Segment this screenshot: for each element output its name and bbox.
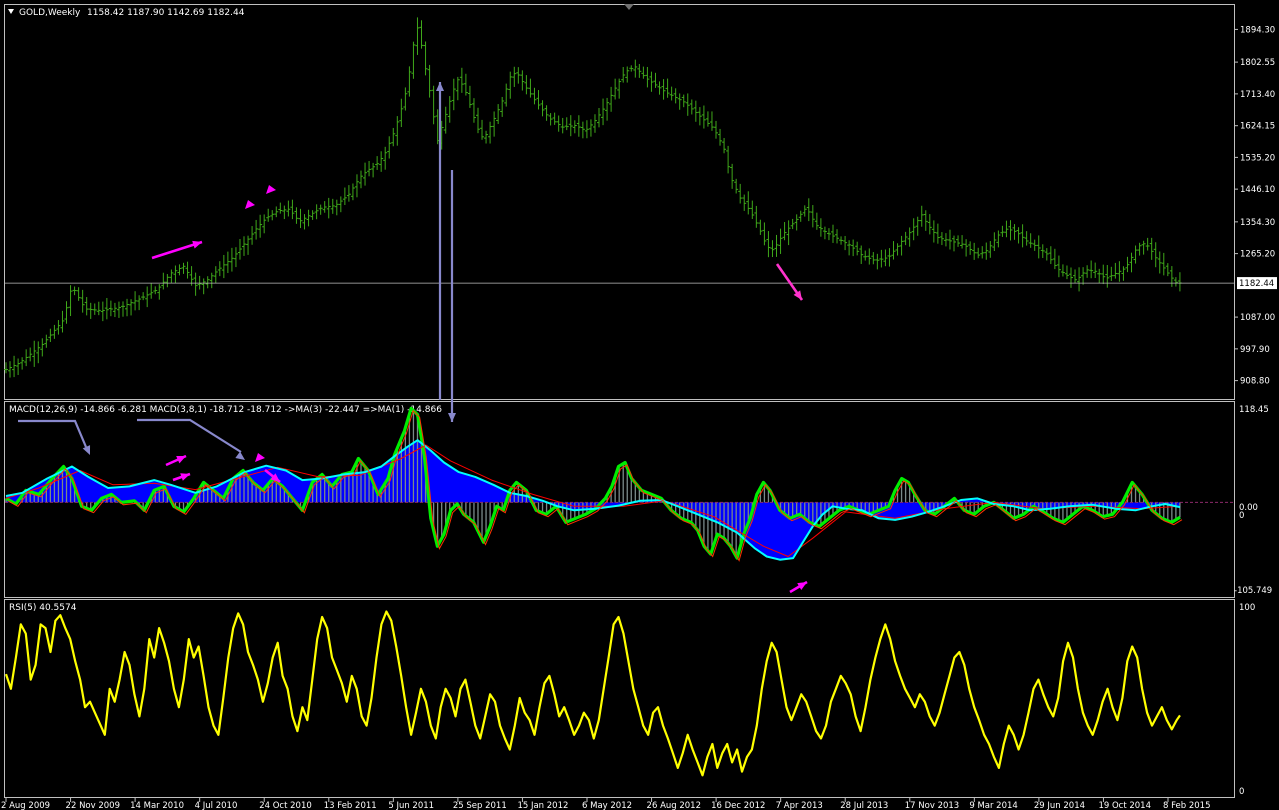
rsi-bottom-label: 0 [1239, 787, 1244, 797]
rsi-legend: RSI(5) 40.5574 [9, 603, 77, 613]
symbol-label: GOLD,Weekly [19, 8, 81, 18]
x-tick-label: 25 Sep 2011 [453, 801, 507, 810]
price-y-tick-label: 1894.30 [1240, 25, 1275, 35]
macd-bottom-label: -105.749 [1234, 586, 1272, 596]
chart-canvas: GOLD,Weekly 1158.42 1187.90 1142.69 1182… [0, 0, 1279, 810]
x-tick-label: 26 Aug 2012 [647, 801, 701, 810]
price-y-tick-label: 1265.20 [1240, 250, 1275, 260]
x-tick-label: 6 May 2012 [582, 801, 632, 810]
x-tick-label: 14 Mar 2010 [130, 801, 184, 810]
x-tick-label: 29 Jun 2014 [1034, 801, 1085, 810]
price-y-tick-label: 908.80 [1240, 377, 1270, 387]
x-tick-label: 9 Mar 2014 [969, 801, 1017, 810]
x-tick-label: 4 Jul 2010 [195, 801, 238, 810]
x-tick-label: 19 Oct 2014 [1098, 801, 1151, 810]
price-y-tick-label: 1087.00 [1240, 313, 1275, 323]
price-y-tick-label: 1802.55 [1240, 58, 1275, 68]
rsi-top-label: 100 [1239, 603, 1255, 613]
ohlc-readout: 1158.42 1187.90 1142.69 1182.44 [87, 8, 245, 18]
price-y-tick-label: 1624.15 [1240, 122, 1275, 132]
x-tick-label: 17 Nov 2013 [905, 801, 959, 810]
x-tick-label: 8 Feb 2015 [1163, 801, 1211, 810]
price-y-tick-label: 1713.40 [1240, 90, 1275, 100]
price-y-tick-label: 997.90 [1240, 345, 1270, 355]
x-tick-label: 7 Apr 2013 [776, 801, 823, 810]
x-tick-label: 16 Dec 2012 [711, 801, 765, 810]
macd-legend: MACD(12,26,9) -14.866 -6.281 MACD(3,8,1)… [9, 405, 442, 415]
price-y-tick-label: 1535.20 [1240, 153, 1275, 163]
x-tick-label: 22 Nov 2009 [66, 801, 120, 810]
macd-top-label: 118.45 [1239, 405, 1269, 415]
x-tick-label: 13 Feb 2011 [324, 801, 377, 810]
macd-zero-mark: 0 [1239, 511, 1244, 521]
x-tick-label: 24 Oct 2010 [259, 801, 312, 810]
x-tick-label: 2 Aug 2009 [1, 801, 50, 810]
x-tick-label: 15 Jan 2012 [517, 801, 568, 810]
price-y-tick-label: 1354.30 [1240, 218, 1275, 228]
last-price-label: 1182.44 [1239, 279, 1274, 289]
x-tick-label: 28 Jul 2013 [840, 801, 888, 810]
x-tick-label: 5 Jun 2011 [388, 801, 434, 810]
price-y-tick-label: 1446.10 [1240, 185, 1275, 195]
